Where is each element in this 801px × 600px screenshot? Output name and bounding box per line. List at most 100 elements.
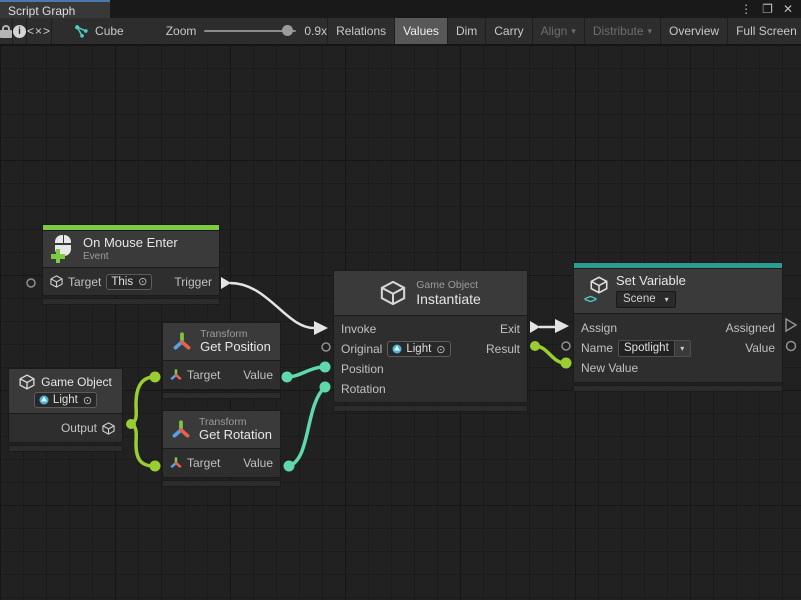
lock-button[interactable] [0, 18, 13, 44]
light-object-field[interactable]: Light ⊙ [34, 392, 97, 408]
node-footer [42, 298, 220, 305]
wire-result-to-newvalue[interactable] [530, 341, 572, 369]
node-on-mouse-enter[interactable]: On Mouse Enter Event Target This ⊙ Trigg… [42, 224, 220, 305]
chevron-down-icon: ▾ [665, 295, 669, 304]
target-row: Target Value [163, 449, 280, 477]
position-row: Position [334, 359, 527, 379]
chevron-down-icon: ▾ [648, 26, 653, 37]
original-object-field[interactable]: Light ⊙ [387, 341, 450, 357]
node-title: Instantiate [416, 291, 481, 307]
cube-icon [380, 280, 406, 306]
code-brackets-icon: <> [584, 292, 596, 306]
zoom-slider[interactable] [204, 30, 296, 32]
node-footer [162, 392, 281, 399]
node-header: Transform Get Rotation [162, 410, 281, 449]
carry-button[interactable]: Carry [485, 18, 531, 44]
setvariable-name-port[interactable] [562, 342, 570, 350]
instantiate-original-port[interactable] [322, 343, 330, 351]
target-row: Target This ⊙ Trigger [43, 268, 219, 295]
tab-script-graph[interactable]: Script Graph [0, 0, 110, 18]
cube-icon [50, 275, 63, 288]
object-picker-icon[interactable]: ⊙ [138, 275, 147, 288]
target-label: Target [68, 275, 101, 289]
assign-row: Assign Assigned [574, 318, 782, 338]
zoom-slider-handle[interactable] [282, 25, 293, 36]
value-label: Value [243, 456, 273, 470]
close-icon[interactable]: ✕ [783, 3, 793, 15]
node-get-rotation[interactable]: Transform Get Rotation Target Value [162, 410, 281, 487]
lock-icon [0, 25, 12, 38]
node-set-variable[interactable]: <> Set Variable Scene ▾ Assign Assigned … [573, 262, 783, 392]
target-object-field[interactable]: This ⊙ [106, 274, 152, 290]
node-game-object-literal[interactable]: Game Object Light ⊙ Output [8, 368, 123, 452]
zoom-value: 0.9x [304, 24, 327, 38]
name-row: Name Spotlight ▾ Value [574, 338, 782, 358]
setvariable-value-port[interactable] [787, 342, 796, 351]
original-row: Original Light ⊙ Result [334, 339, 527, 359]
tab-bar: Script Graph ⋮ ❐ ✕ [0, 0, 801, 18]
variable-name-dropdown[interactable]: ▾ [675, 340, 691, 357]
assign-label: Assign [581, 321, 617, 335]
wire-position-value[interactable] [282, 362, 331, 383]
node-instantiate[interactable]: Game Object Instantiate Invoke Exit Orig… [333, 270, 528, 412]
node-title: Get Position [200, 340, 271, 355]
fullscreen-button[interactable]: Full Screen [727, 18, 801, 44]
wire-exit-to-assign[interactable] [530, 319, 569, 333]
node-header: Game Object Light ⊙ [8, 368, 123, 414]
unity-object-icon [39, 395, 49, 405]
position-label: Position [341, 362, 384, 376]
zoom-control: Zoom 0.9x [166, 18, 327, 44]
target-label: Target [187, 368, 220, 382]
info-button[interactable]: i [13, 18, 27, 44]
values-button[interactable]: Values [394, 18, 447, 44]
result-label: Result [486, 342, 520, 356]
mouse-event-icon [51, 235, 75, 263]
node-title: Set Variable [616, 274, 686, 289]
dim-button[interactable]: Dim [447, 18, 485, 44]
setvariable-assigned-port[interactable] [786, 319, 796, 331]
graph-icon [74, 24, 89, 39]
mouse-enter-target-port[interactable] [27, 279, 35, 287]
output-label: Output [61, 421, 97, 435]
wire-rotation-value[interactable] [284, 382, 331, 472]
overview-button[interactable]: Overview [660, 18, 727, 44]
info-icon: i [13, 25, 26, 38]
transform-icon [170, 457, 182, 469]
node-category: Game Object [416, 279, 481, 291]
output-row: Output [9, 414, 122, 442]
new-value-label: New Value [581, 361, 638, 375]
code-preview-button[interactable]: <×> [27, 18, 52, 44]
target-label: Target [187, 456, 220, 470]
scope-dropdown[interactable]: Scene ▾ [616, 291, 676, 308]
object-picker-icon[interactable]: ⊙ [436, 343, 445, 356]
node-subtitle: Event [83, 251, 178, 263]
transform-icon [172, 332, 192, 352]
node-title: On Mouse Enter [83, 236, 178, 251]
object-picker-icon[interactable]: ⊙ [83, 394, 92, 407]
relations-button[interactable]: Relations [327, 18, 394, 44]
target-row: Target Value [163, 361, 280, 389]
node-footer [333, 405, 528, 412]
node-get-position[interactable]: Transform Get Position Target Value [162, 322, 281, 399]
graph-breadcrumb[interactable]: Cube [74, 18, 124, 44]
graph-canvas[interactable]: On Mouse Enter Event Target This ⊙ Trigg… [0, 45, 801, 600]
kebab-menu-icon[interactable]: ⋮ [740, 3, 752, 15]
exit-label: Exit [500, 322, 520, 336]
value-label: Value [243, 368, 273, 382]
distribute-dropdown[interactable]: Distribute ▾ [584, 18, 660, 44]
align-dropdown[interactable]: Align ▾ [532, 18, 584, 44]
variable-name-field[interactable]: Spotlight [618, 340, 675, 357]
new-value-row: New Value [574, 358, 782, 378]
graph-name: Cube [95, 24, 124, 38]
zoom-label: Zoom [166, 24, 197, 38]
cube-icon [19, 374, 35, 390]
wire-light-to-targets[interactable] [126, 372, 161, 472]
transform-icon [171, 420, 191, 440]
tab-title: Script Graph [8, 4, 75, 18]
node-footer [8, 445, 123, 452]
window-controls: ⋮ ❐ ✕ [740, 0, 801, 18]
maximize-icon[interactable]: ❐ [762, 3, 773, 15]
node-header: <> Set Variable Scene ▾ [573, 268, 783, 314]
name-label: Name [581, 341, 613, 355]
node-header: Game Object Instantiate [333, 270, 528, 316]
